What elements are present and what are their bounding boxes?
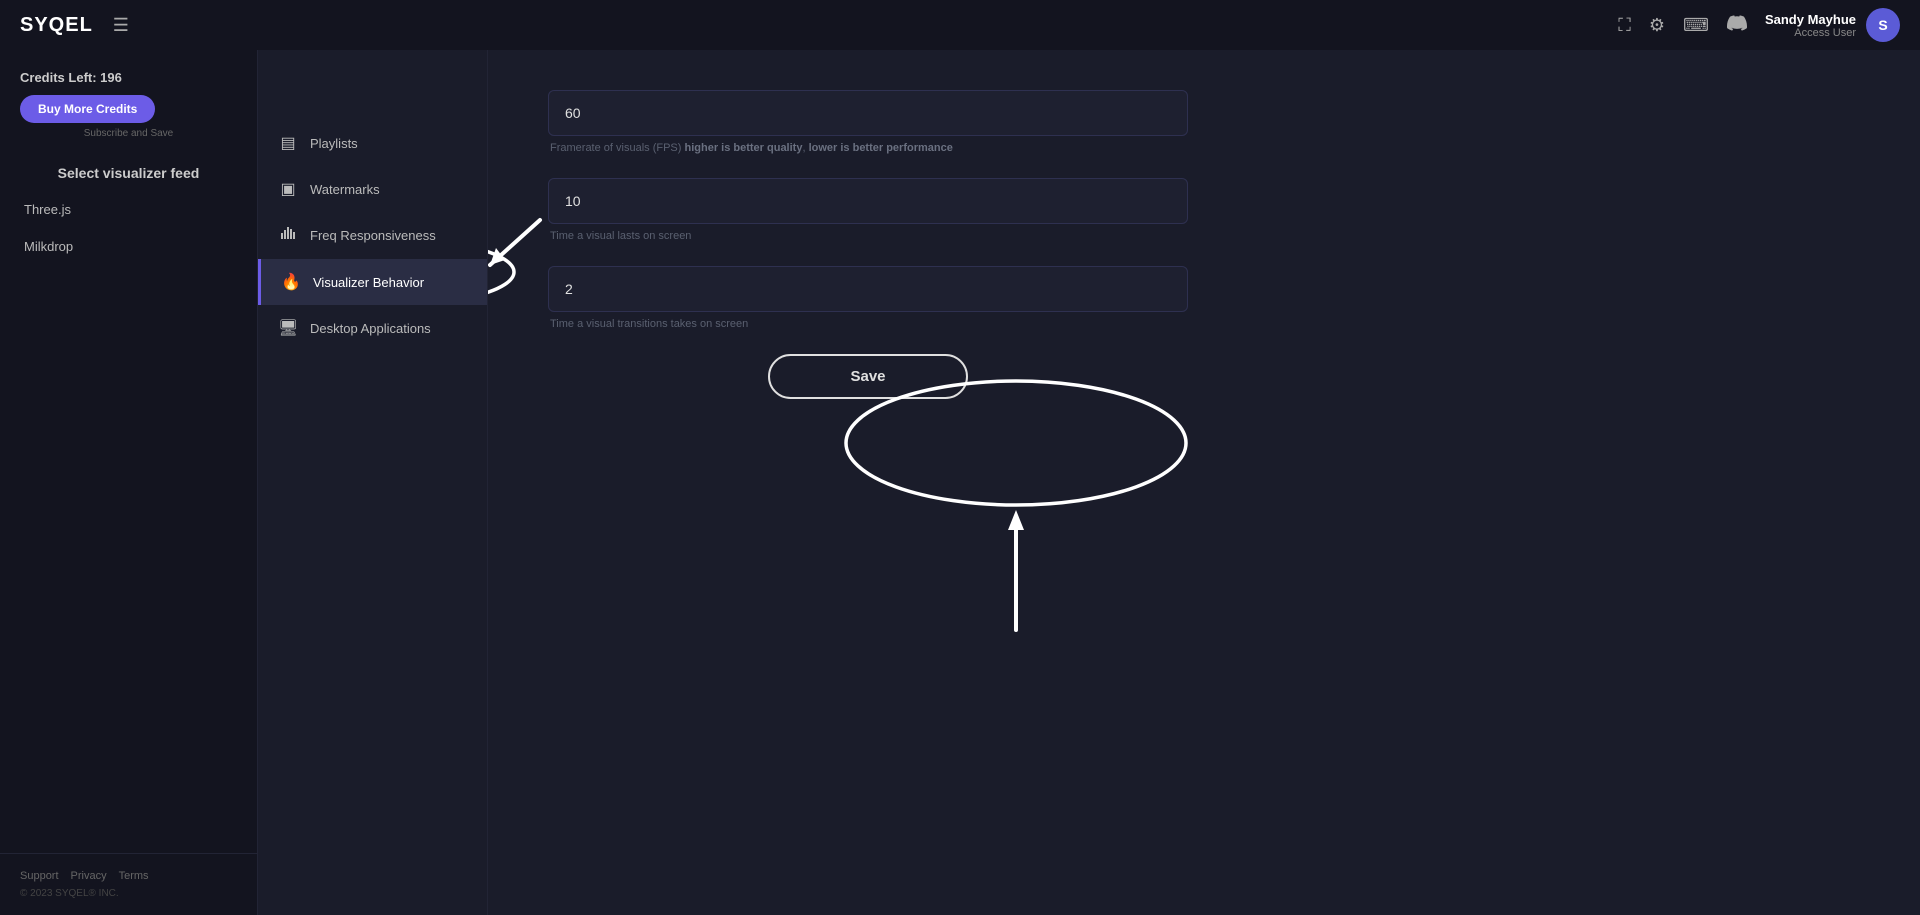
keyboard-icon[interactable]: ⌨ bbox=[1683, 15, 1709, 36]
sidebar-credits: Credits Left: 196 Buy More Credits Subsc… bbox=[0, 70, 257, 155]
footer-links: Support Privacy Terms bbox=[20, 870, 237, 882]
duration-group: Time a visual lasts on screen bbox=[548, 178, 1188, 242]
feed-item-threejs[interactable]: Three.js bbox=[10, 193, 247, 226]
transition-group: Time a visual transitions takes on scree… bbox=[548, 266, 1188, 330]
save-button-wrap: Save bbox=[548, 354, 1188, 399]
user-name: Sandy Mayhue bbox=[1765, 12, 1856, 27]
freq-icon bbox=[278, 225, 298, 246]
feed-item-milkdrop[interactable]: Milkdrop bbox=[10, 230, 247, 263]
privacy-link[interactable]: Privacy bbox=[71, 870, 107, 882]
topbar-left: SYQEL ☰ bbox=[20, 14, 129, 37]
support-link[interactable]: Support bbox=[20, 870, 59, 882]
nav-item-playlists[interactable]: ▤ Playlists bbox=[258, 120, 487, 166]
nav-label-freq: Freq Responsiveness bbox=[310, 228, 436, 243]
save-button[interactable]: Save bbox=[768, 354, 967, 399]
sidebar: Credits Left: 196 Buy More Credits Subsc… bbox=[0, 50, 258, 915]
topbar: SYQEL ☰ ⛶ ⚙ ⌨ Sandy Mayhue Access User S bbox=[0, 0, 1920, 50]
nav-item-watermarks[interactable]: ▣ Watermarks bbox=[258, 166, 487, 212]
feed-list: Three.js Milkdrop bbox=[0, 193, 257, 263]
buy-credits-button[interactable]: Buy More Credits bbox=[20, 95, 155, 123]
watermark-icon: ▣ bbox=[278, 179, 298, 199]
nav-item-visualizer-behavior[interactable]: 🔥 Visualizer Behavior bbox=[258, 259, 487, 305]
fire-icon: 🔥 bbox=[281, 272, 301, 292]
settings-icon[interactable]: ⚙ bbox=[1649, 15, 1665, 36]
fps-input[interactable] bbox=[548, 90, 1188, 136]
credits-label: Credits Left: 196 bbox=[20, 70, 237, 85]
duration-hint: Time a visual lasts on screen bbox=[548, 230, 1188, 242]
mid-panel: ▤ Playlists ▣ Watermarks Freq Responsive… bbox=[258, 50, 488, 915]
nav-label-visualizer-behavior: Visualizer Behavior bbox=[313, 275, 424, 290]
subscribe-text: Subscribe and Save bbox=[20, 128, 237, 139]
transition-hint: Time a visual transitions takes on scree… bbox=[548, 318, 1188, 330]
nav-item-freq[interactable]: Freq Responsiveness bbox=[258, 212, 487, 259]
nav-label-watermarks: Watermarks bbox=[310, 182, 380, 197]
user-info: Sandy Mayhue Access User S bbox=[1765, 8, 1900, 42]
user-role: Access User bbox=[1765, 27, 1856, 39]
select-feed-label: Select visualizer feed bbox=[0, 155, 257, 193]
duration-input[interactable] bbox=[548, 178, 1188, 224]
fps-group: Framerate of visuals (FPS) higher is bet… bbox=[548, 90, 1188, 154]
fullscreen-icon[interactable]: ⛶ bbox=[1618, 15, 1631, 36]
copyright: © 2023 SYQEL® INC. bbox=[20, 888, 237, 899]
sidebar-footer: Support Privacy Terms © 2023 SYQEL® INC. bbox=[0, 853, 257, 915]
main-layout: Credits Left: 196 Buy More Credits Subsc… bbox=[0, 50, 1920, 915]
nav-label-desktop-apps: Desktop Applications bbox=[310, 321, 431, 336]
terms-link[interactable]: Terms bbox=[119, 870, 149, 882]
avatar: S bbox=[1866, 8, 1900, 42]
nav-label-playlists: Playlists bbox=[310, 136, 358, 151]
logo: SYQEL bbox=[20, 14, 93, 37]
playlist-icon: ▤ bbox=[278, 133, 298, 153]
content-area: Framerate of visuals (FPS) higher is bet… bbox=[488, 50, 1920, 915]
desktop-icon: 🖥 bbox=[278, 318, 298, 338]
topbar-right: ⛶ ⚙ ⌨ Sandy Mayhue Access User S bbox=[1618, 8, 1900, 42]
fps-hint: Framerate of visuals (FPS) higher is bet… bbox=[548, 142, 1188, 154]
user-text: Sandy Mayhue Access User bbox=[1765, 12, 1856, 39]
transition-input[interactable] bbox=[548, 266, 1188, 312]
nav-item-desktop-apps[interactable]: 🖥 Desktop Applications bbox=[258, 305, 487, 351]
hamburger-icon[interactable]: ☰ bbox=[113, 15, 129, 36]
discord-icon[interactable] bbox=[1727, 13, 1747, 38]
